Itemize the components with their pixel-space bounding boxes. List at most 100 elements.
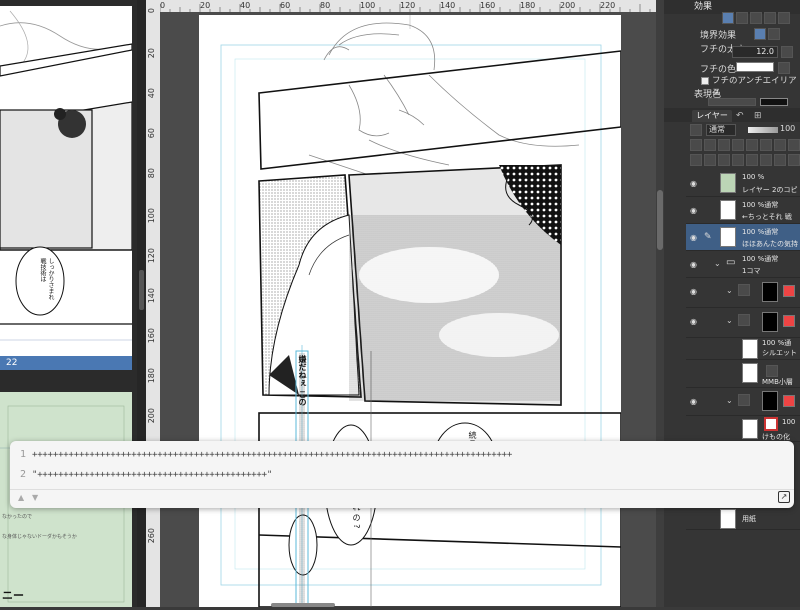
layer-draft-button[interactable] [718, 139, 730, 151]
effect-pattern-toggle[interactable] [750, 12, 762, 24]
folder-chevron-icon[interactable]: ⌄ [726, 396, 733, 405]
layer-type-icon[interactable] [690, 124, 702, 136]
canvas-scroll-knob[interactable] [657, 190, 663, 250]
svg-text:ニー: ニー [2, 589, 24, 602]
effect-gradient-toggle[interactable] [764, 12, 776, 24]
mask-disabled-icon[interactable] [783, 395, 795, 407]
layer-ruler-button[interactable] [774, 139, 786, 151]
transfer-down-button[interactable] [732, 154, 744, 166]
ruler-tick: 180 [147, 368, 156, 384]
combine-down-button[interactable] [746, 154, 758, 166]
previous-arrow-icon[interactable]: ▲ [18, 493, 24, 502]
visibility-eye-icon[interactable]: ◉ [690, 398, 700, 406]
layer-lock-icon[interactable] [732, 139, 744, 151]
manga-page[interactable]: 嫌だねぇ この 続こ れ の ? [199, 15, 622, 608]
effect-tone-toggle[interactable] [736, 12, 748, 24]
visibility-eye-icon[interactable]: ◉ [690, 180, 700, 188]
edit-pencil-icon: ✎ [704, 232, 712, 242]
layer-thumbnail [742, 339, 758, 359]
layer-opacity: 100 %通 [762, 339, 792, 347]
layer-row[interactable]: ◉ 100 % レイヤー 2のコピー [686, 170, 800, 197]
layer-action-row [690, 154, 800, 166]
layer-row[interactable]: 100 けもの化 [686, 416, 800, 442]
visibility-eye-icon[interactable]: ◉ [690, 288, 700, 296]
ruler-tick: 100 [147, 208, 156, 224]
text-edit-popup[interactable]: 1 ++++++++++++++++++++++++++++++++++++++… [10, 441, 794, 508]
antialias-checkbox[interactable] [701, 77, 709, 85]
edge-color-swatch[interactable] [736, 62, 774, 72]
ruler-tick: 260 [147, 528, 156, 544]
delete-layer-icon[interactable] [788, 154, 800, 166]
frame-border-icon [738, 394, 750, 406]
layer-row[interactable]: 100 %通 シルエット [686, 338, 800, 360]
layer-row-selected[interactable]: ◉ ✎ 100 %通常 ほほあんたの気持 [686, 224, 800, 251]
border-effect-edge-button[interactable] [754, 28, 766, 40]
visibility-eye-icon[interactable]: ◉ [690, 207, 700, 215]
layer-mask-button[interactable] [760, 139, 772, 151]
new-folder-button[interactable] [718, 154, 730, 166]
layer-folder-row[interactable]: ◉ ⌄ ▭ 100 %通常 1コマ [686, 251, 800, 278]
tab-history-icon[interactable]: ↶ [736, 110, 748, 122]
layer-row[interactable]: ◉ ⌄ [686, 278, 800, 308]
popup-edit-icon[interactable]: ↗ [778, 491, 790, 503]
layer-opacity: 100 %通常 [742, 228, 779, 236]
layer-clip-button[interactable] [690, 139, 702, 151]
new-raster-layer-button[interactable] [690, 154, 702, 166]
opacity-slider[interactable] [748, 127, 778, 133]
layer-reference-button[interactable] [704, 139, 716, 151]
folder-chevron-icon[interactable]: ⌄ [726, 316, 733, 325]
canvas-horizontal-scroll-knob[interactable] [271, 603, 335, 607]
page-thumbnail-art [0, 6, 132, 362]
layer-row[interactable]: ◉ ⌄ [686, 308, 800, 338]
next-arrow-icon[interactable]: ▼ [32, 493, 38, 502]
border-effect-water-button[interactable] [768, 28, 780, 40]
svg-text:なかったので: なかったので [2, 513, 32, 520]
ruler-horizontal: 0 20 40 60 80 100 120 140 160 180 200 22… [160, 0, 664, 12]
layer-thumbnail [742, 419, 758, 439]
text-line[interactable]: "+++++++++++++++++++++++++++++++++++++++… [32, 470, 272, 480]
layer-row-paper[interactable]: 用紙 [686, 508, 800, 530]
effect-extract-toggle[interactable] [778, 12, 790, 24]
effect-border-toggle[interactable] [722, 12, 734, 24]
tab-layer[interactable]: レイヤー [692, 110, 732, 122]
edge-width-input[interactable]: 12.0 [732, 46, 778, 58]
page-list-scroll-knob[interactable] [139, 270, 144, 310]
page-list-scrollbar[interactable] [137, 0, 146, 607]
visibility-eye-icon[interactable]: ◉ [690, 234, 700, 242]
expression-color-select[interactable] [708, 98, 756, 106]
layer-row[interactable]: ◉ ⌄ [686, 388, 800, 416]
warning-icon [764, 417, 778, 431]
folder-chevron-icon[interactable]: ⌄ [726, 286, 733, 295]
blend-mode-select[interactable]: 通常 [706, 124, 736, 136]
edge-width-dropdown[interactable] [781, 46, 793, 58]
visibility-eye-icon[interactable]: ◉ [690, 261, 700, 269]
canvas-scrollbar[interactable] [656, 0, 664, 607]
border-effect-label: 境界効果 [700, 31, 737, 41]
ruler-vertical: 0 20 40 60 80 100 120 140 160 180 200 22… [146, 0, 160, 607]
layer-color-button[interactable] [788, 139, 800, 151]
layer-opacity: 100 %通常 [742, 255, 779, 263]
ruler-button[interactable] [774, 154, 786, 166]
speech-balloon-text[interactable]: れ の ? [341, 503, 361, 543]
layer-lock-alpha-icon[interactable] [746, 139, 758, 151]
layer-thumbnail [762, 391, 778, 411]
folder-chevron-icon[interactable]: ⌄ [714, 259, 721, 268]
visibility-eye-icon[interactable]: ◉ [690, 318, 700, 326]
text-line[interactable]: ++++++++++++++++++++++++++++++++++++++++… [32, 450, 512, 460]
new-vector-layer-button[interactable] [704, 154, 716, 166]
layer-row[interactable]: MMB小層 [686, 360, 800, 388]
expression-color-swatches[interactable] [760, 98, 788, 106]
line-number: 2 [20, 469, 27, 480]
page-thumbnail-22[interactable]: しっかりさまれ 戦技術は [0, 6, 132, 362]
layer-name: シルエット [762, 349, 797, 357]
tab-navigator-icon[interactable]: ⊞ [754, 110, 766, 122]
layer-name: レイヤー 2のコピー [742, 186, 798, 194]
selected-text-frame[interactable]: 嫌だねぇ この [297, 355, 307, 415]
mask-button[interactable] [760, 154, 772, 166]
mask-disabled-icon[interactable] [783, 315, 795, 327]
layer-row[interactable]: ◉ 100 %通常 ←ちっとそれ 戦 [686, 197, 800, 224]
layer-thumbnail [720, 227, 736, 247]
layer-name: ほほあんたの気持 [742, 240, 798, 248]
edge-color-picker-button[interactable] [778, 62, 790, 74]
mask-disabled-icon[interactable] [783, 285, 795, 297]
